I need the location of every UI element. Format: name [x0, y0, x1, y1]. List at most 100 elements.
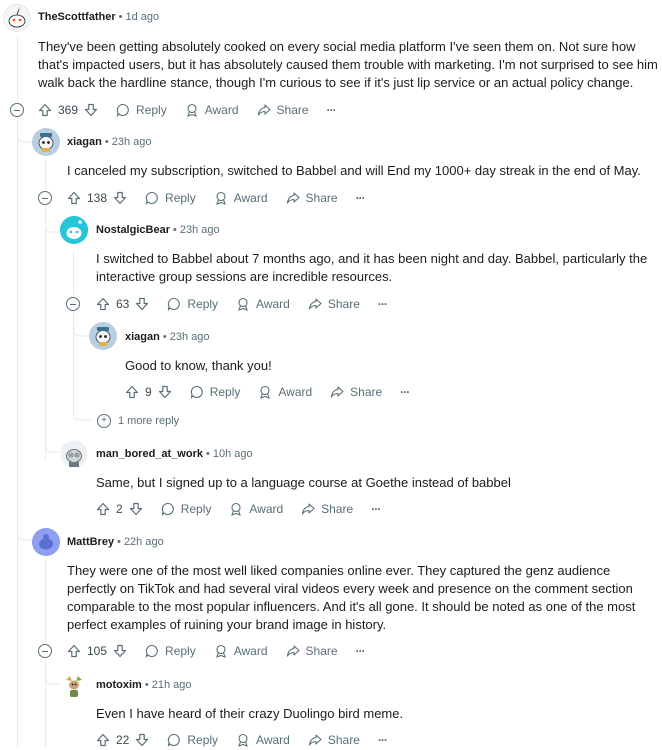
more-options-button[interactable]: ··· — [400, 385, 410, 399]
collapse-button[interactable] — [38, 191, 52, 205]
avatar[interactable] — [60, 216, 88, 244]
more-options-button[interactable]: ··· — [326, 103, 337, 117]
share-button[interactable]: Share — [301, 502, 353, 516]
avatar[interactable] — [89, 322, 117, 350]
thread-line — [17, 118, 18, 748]
reply-button[interactable]: Reply — [145, 191, 196, 205]
thread-branch — [73, 408, 91, 421]
comment-body: I canceled my subscription, switched to … — [67, 163, 641, 178]
timestamp[interactable]: 23h ago — [112, 136, 152, 148]
timestamp[interactable]: 1d ago — [125, 11, 159, 23]
username[interactable]: MattBrey — [67, 536, 114, 548]
comment-actions: 138 Reply Award Share ··· — [67, 188, 366, 208]
award-icon — [186, 103, 197, 117]
more-options-button[interactable]: ··· — [356, 191, 366, 205]
avatar[interactable] — [60, 672, 88, 700]
comment-meta: man_bored_at_work • 10h ago — [96, 448, 253, 460]
comment-body: I switched to Babbel about 7 months ago,… — [96, 251, 648, 284]
timestamp[interactable]: 23h ago — [170, 331, 210, 343]
downvote-icon[interactable] — [113, 644, 127, 658]
timestamp[interactable]: 10h ago — [213, 448, 253, 460]
collapse-button[interactable] — [10, 103, 24, 117]
username[interactable]: TheScottfather — [38, 11, 116, 23]
timestamp[interactable]: 23h ago — [180, 224, 220, 236]
vote-group: 138 — [67, 191, 127, 205]
downvote-icon[interactable] — [135, 733, 149, 747]
username[interactable]: xiagan — [67, 136, 102, 148]
username[interactable]: motoxim — [96, 679, 142, 691]
more-replies-link[interactable]: + 1 more reply — [97, 414, 179, 428]
more-options-button[interactable]: ··· — [377, 733, 388, 747]
ellipsis-icon: ··· — [326, 103, 337, 117]
share-icon — [302, 503, 315, 515]
avatar[interactable] — [3, 4, 31, 32]
more-options-button[interactable]: ··· — [356, 644, 366, 658]
upvote-icon[interactable] — [67, 191, 81, 205]
downvote-icon[interactable] — [113, 191, 127, 205]
share-button[interactable]: Share — [286, 191, 338, 205]
award-button[interactable]: Award — [229, 502, 283, 516]
reply-button[interactable]: Reply — [145, 644, 196, 658]
comment-body: Same, but I signed up to a language cour… — [96, 475, 511, 490]
more-options-button[interactable]: ··· — [371, 502, 381, 516]
thread-line — [73, 250, 74, 295]
share-button[interactable]: Share — [257, 103, 309, 117]
username[interactable]: NostalgicBear — [96, 224, 170, 236]
award-button[interactable]: Award — [214, 644, 268, 658]
downvote-icon[interactable] — [84, 103, 98, 117]
snoo-avatar-icon — [89, 322, 117, 350]
username[interactable]: man_bored_at_work — [96, 448, 203, 460]
username[interactable]: xiagan — [125, 331, 160, 343]
comment-meta: NostalgicBear • 23h ago — [96, 224, 220, 236]
reply-icon — [145, 191, 158, 205]
share-button[interactable]: Share — [286, 644, 338, 658]
vote-count: 138 — [87, 191, 108, 205]
thread-line — [17, 36, 18, 102]
award-icon — [238, 733, 248, 747]
snoo-avatar-icon — [32, 528, 60, 556]
reply-button[interactable]: Reply — [116, 103, 167, 117]
reply-icon — [168, 733, 181, 747]
downvote-icon[interactable] — [129, 502, 143, 516]
award-button[interactable]: Award — [236, 733, 290, 747]
thread-line — [45, 160, 46, 190]
vote-group: 9 — [125, 385, 172, 399]
downvote-icon[interactable] — [135, 297, 149, 311]
upvote-icon[interactable] — [96, 733, 110, 747]
upvote-icon[interactable] — [96, 297, 110, 311]
award-button[interactable]: Award — [185, 103, 239, 117]
comment-body: Even I have heard of their crazy Duoling… — [96, 706, 404, 721]
collapse-button[interactable] — [38, 644, 52, 658]
reply-button[interactable]: Reply — [167, 733, 218, 747]
award-button[interactable]: Award — [258, 385, 312, 399]
more-options-button[interactable]: ··· — [378, 297, 388, 311]
avatar[interactable] — [60, 440, 88, 468]
avatar[interactable] — [32, 528, 60, 556]
collapse-button[interactable] — [66, 297, 80, 311]
upvote-icon[interactable] — [125, 385, 139, 399]
vote-count: 105 — [87, 644, 108, 658]
share-icon — [286, 192, 300, 204]
upvote-icon[interactable] — [67, 644, 81, 658]
timestamp[interactable]: 22h ago — [124, 536, 164, 548]
share-button[interactable]: Share — [308, 297, 360, 311]
comment-body: They've been getting absolutely cooked o… — [38, 39, 658, 90]
reply-button[interactable]: Reply — [161, 502, 211, 516]
downvote-icon[interactable] — [158, 385, 172, 399]
reply-button[interactable]: Reply — [167, 297, 218, 311]
avatar[interactable] — [32, 128, 60, 156]
thread-line — [45, 206, 46, 461]
timestamp[interactable]: 21h ago — [152, 679, 192, 691]
upvote-icon[interactable] — [38, 103, 52, 117]
share-button[interactable]: Share — [330, 385, 382, 399]
upvote-icon[interactable] — [96, 502, 110, 516]
ellipsis-icon: ··· — [377, 733, 388, 747]
comment-actions: 105 Reply Award Share ··· — [67, 641, 366, 661]
share-button[interactable]: Share — [308, 733, 360, 747]
award-button[interactable]: Award — [236, 297, 290, 311]
reply-button[interactable]: Reply — [190, 385, 240, 399]
award-icon — [260, 385, 271, 399]
vote-count: 22 — [116, 733, 130, 747]
comment-meta: TheScottfather • 1d ago — [38, 11, 160, 23]
award-button[interactable]: Award — [214, 191, 268, 205]
